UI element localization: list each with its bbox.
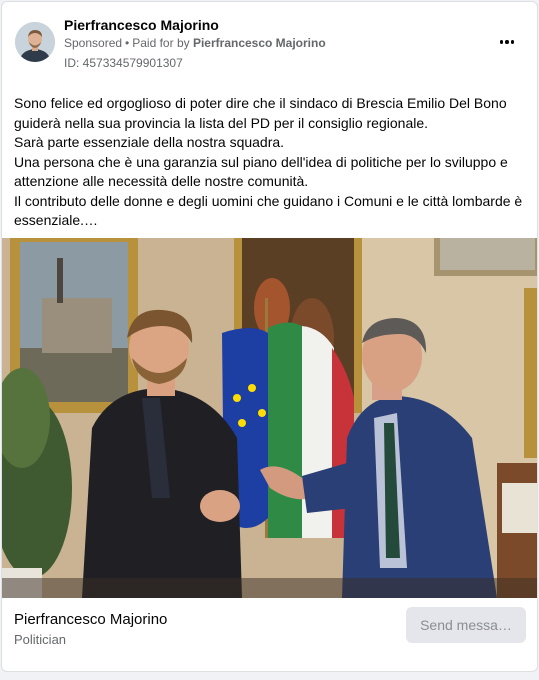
send-message-button[interactable]: Send messa… bbox=[406, 607, 526, 643]
post-header: Pierfrancesco Majorino Sponsored • Paid fo… bbox=[2, 2, 537, 82]
more-horizontal-icon-dot bbox=[505, 40, 509, 44]
footer-page-category: Politician bbox=[14, 632, 67, 647]
meta-separator: • bbox=[125, 36, 130, 50]
more-horizontal-icon bbox=[499, 40, 504, 44]
page-avatar[interactable] bbox=[15, 22, 55, 62]
body-line: Una persona che è una garanzia sul piano… bbox=[14, 153, 508, 190]
more-horizontal-icon-dot bbox=[510, 40, 515, 44]
paid-for-name[interactable]: Pierfrancesco Majorino bbox=[193, 36, 326, 50]
post-photo bbox=[2, 238, 537, 598]
footer-page-name[interactable]: Pierfrancesco Majorino bbox=[14, 611, 167, 628]
avatar-image bbox=[15, 22, 55, 62]
post-footer: Pierfrancesco Majorino Politician Send m… bbox=[2, 598, 537, 671]
more-options-button[interactable] bbox=[495, 30, 519, 54]
body-line[interactable]: Il contributo delle donne e degli uomini… bbox=[14, 192, 529, 231]
sponsored-label: Sponsored bbox=[64, 36, 123, 50]
sponsored-post-card: Pierfrancesco Majorino Sponsored • Paid fo… bbox=[1, 1, 538, 672]
page-name[interactable]: Pierfrancesco Majorino bbox=[64, 17, 219, 33]
sponsored-meta: Sponsored • Paid for by Pierfrancesco Majo… bbox=[64, 36, 326, 50]
post-body-text: Sono felice ed orgoglioso di poter dire … bbox=[14, 94, 529, 231]
post-image[interactable] bbox=[2, 238, 537, 598]
paid-for-prefix: Paid for by bbox=[132, 36, 190, 50]
body-line: Sarà parte essenziale della nostra squad… bbox=[14, 134, 285, 150]
ad-id: ID: 457334579901307 bbox=[64, 56, 183, 70]
body-line: Sono felice ed orgoglioso di poter dire … bbox=[14, 95, 507, 131]
